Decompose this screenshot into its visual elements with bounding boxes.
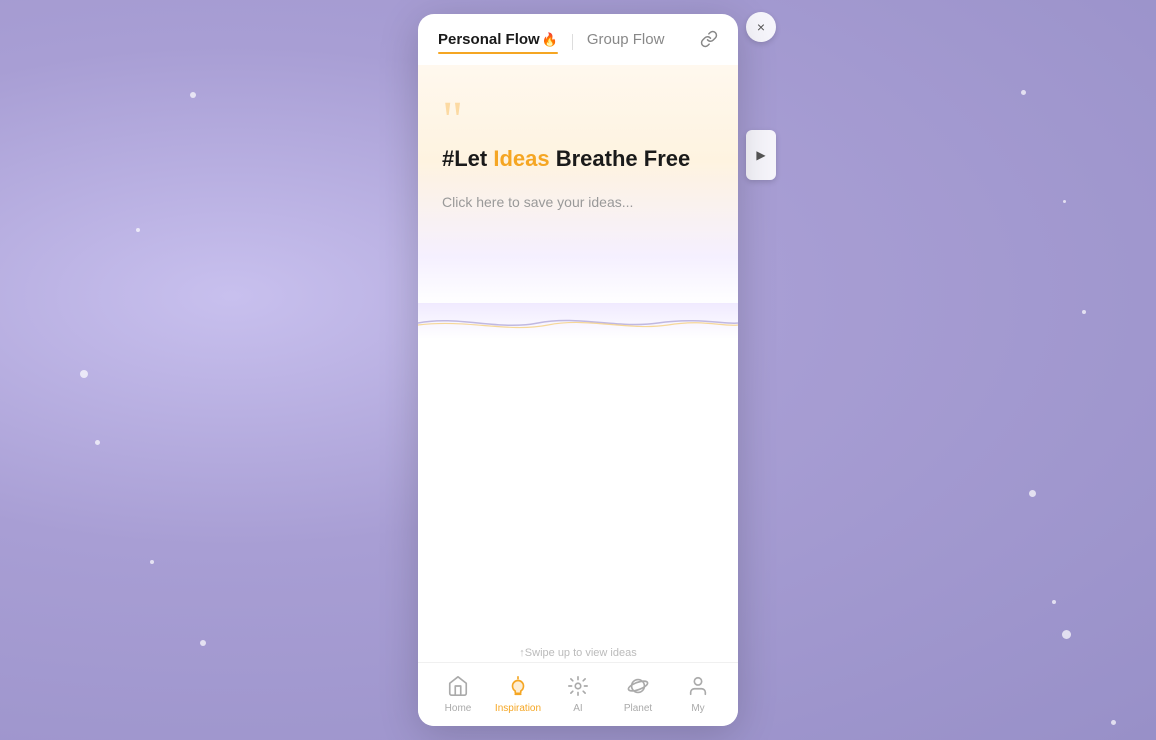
planet-label: Planet [624,703,652,714]
fire-emoji: 🔥 [542,32,558,47]
modal-wrapper: × ▶ Personal Flow🔥 Group Flow [418,14,738,726]
close-icon: × [757,19,765,35]
arrow-right-icon: ▶ [756,148,765,162]
headline-prefix: #Let [442,146,493,171]
nav-planet[interactable]: Planet [613,675,663,714]
nav-my[interactable]: My [673,675,723,714]
nav-inspiration[interactable]: Inspiration [493,675,543,714]
quote-marks: " [442,95,714,147]
headline-suffix: Breathe Free [550,146,691,171]
bottom-nav: Home Inspiration [418,662,738,726]
my-icon [687,675,709,701]
personal-flow-label: Personal Flow [438,31,540,48]
expand-arrow-button[interactable]: ▶ [746,130,776,180]
my-label: My [691,703,704,714]
ai-icon [567,675,589,701]
modal-overlay: × ▶ Personal Flow🔥 Group Flow [0,0,1156,740]
tabs-header: Personal Flow🔥 Group Flow [418,14,738,65]
link-icon[interactable] [700,30,718,53]
inspiration-icon [507,675,529,701]
nav-ai[interactable]: AI [553,675,603,714]
inspiration-label: Inspiration [495,703,541,714]
headline-highlight: Ideas [493,146,549,171]
swipe-hint: ↑Swipe up to view ideas [418,639,738,662]
wave-divider [418,303,738,339]
planet-icon [627,675,649,701]
home-label: Home [445,703,472,714]
content-area: " #Let Ideas Breathe Free Click here to … [418,65,738,662]
nav-home[interactable]: Home [433,675,483,714]
group-flow-label: Group Flow [587,31,665,48]
close-button[interactable]: × [746,12,776,42]
white-section [418,339,738,639]
click-hint[interactable]: Click here to save your ideas... [442,194,714,210]
headline: #Let Ideas Breathe Free [442,145,714,174]
tab-personal-flow[interactable]: Personal Flow🔥 [438,31,558,52]
modal-panel: Personal Flow🔥 Group Flow " [418,14,738,726]
home-icon [447,675,469,701]
ai-label: AI [573,703,582,714]
hero-section[interactable]: " #Let Ideas Breathe Free Click here to … [418,65,738,305]
tab-separator [572,34,573,50]
tab-group-flow[interactable]: Group Flow [587,31,665,52]
